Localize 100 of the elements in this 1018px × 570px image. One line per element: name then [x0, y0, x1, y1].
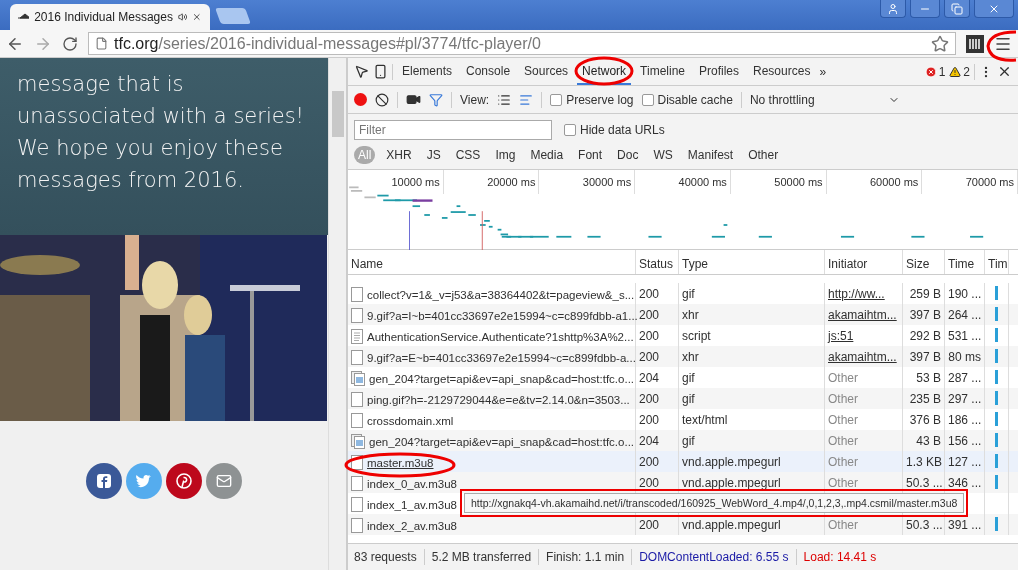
bird-icon: [135, 473, 153, 489]
type-filter[interactable]: Other: [744, 145, 783, 164]
waterfall-bar: [995, 370, 998, 384]
column-header[interactable]: Status: [636, 250, 679, 274]
facebook-icon: [96, 473, 112, 489]
column-header[interactable]: Type: [679, 250, 825, 274]
file-icon: [351, 413, 363, 428]
devtools-tab[interactable]: Sources: [519, 58, 574, 85]
type-filter[interactable]: WS: [649, 145, 677, 164]
tab-title: 2016 Individual Messages: [34, 10, 173, 24]
waterfall-view-icon[interactable]: [519, 92, 534, 107]
minimize-button[interactable]: [910, 0, 940, 18]
share-button[interactable]: [166, 463, 202, 499]
timeline-tick: 50000 ms: [730, 170, 827, 194]
file-icon: [351, 287, 363, 302]
request-row[interactable]: 9.gif?a=E~b=401cc33697e2e15994~c=c899fdbb-a... 200 xhr akamaihtm... 397 B 80 ms: [348, 346, 1018, 367]
column-header[interactable]: Tim: [985, 250, 1009, 274]
inspect-icon[interactable]: [354, 64, 369, 79]
extension-icon[interactable]: [966, 34, 984, 53]
devtools-tab[interactable]: Resources: [748, 58, 816, 85]
annotation-mark: [986, 30, 1017, 62]
restore-button[interactable]: [944, 0, 970, 18]
request-row[interactable]: index_2_av.m3u8 200 vnd.apple.mpegurl Other 50.3 ... 391 ...: [348, 514, 1018, 535]
waterfall-bar: [995, 475, 998, 489]
record-button[interactable]: [354, 93, 367, 106]
devtools-tab[interactable]: Elements: [397, 58, 458, 85]
request-row[interactable]: gen_204?target=api&ev=api_snap&cad=host:tfc.o... 204 gif Other 43 B 156 ...: [348, 430, 1018, 451]
request-row[interactable]: index_0_av.m3u8 200 vnd.apple.mpegurl Other 50.3 ... 346 ...: [348, 472, 1018, 493]
error-icon: [924, 65, 937, 78]
file-icon: [351, 497, 363, 512]
disable-cache-checkbox[interactable]: Disable cache: [641, 92, 733, 107]
share-button[interactable]: [206, 463, 242, 499]
waterfall-bar: [995, 433, 998, 447]
request-row[interactable]: 9.gif?a=I~b=401cc33697e2e15994~c=c899fdbb-a1...200 xhr akamaihtm... 397 B 264 ...: [348, 304, 1018, 325]
warning-icon: [949, 65, 962, 78]
tab-favicon-icon: [18, 13, 30, 21]
script-file-icon: [351, 329, 363, 344]
device-icon[interactable]: [373, 64, 388, 79]
request-name: collect?v=1&_v=j53&a=38364402&t=pageview&_s...: [367, 288, 635, 301]
share-button[interactable]: [86, 463, 122, 499]
type-filter[interactable]: Font: [574, 145, 607, 164]
star-icon[interactable]: [931, 34, 949, 53]
browser-tab[interactable]: 2016 Individual Messages: [10, 4, 210, 30]
preserve-log-checkbox[interactable]: Preserve log: [550, 92, 634, 107]
type-filter[interactable]: Img: [491, 145, 520, 164]
type-filter[interactable]: Doc: [613, 145, 643, 164]
hero-text: message that is unassociated with a series! We hope you enjoy these messages from 2016.: [17, 71, 305, 194]
reload-icon[interactable]: [62, 35, 78, 52]
url-text: tfc.org/series/2016-individual-messages#pl/3774/tfc-player/0: [114, 34, 541, 53]
hide-data-urls-checkbox[interactable]: Hide data URLs: [564, 122, 665, 137]
file-icon: [351, 392, 363, 407]
address-bar[interactable]: tfc.org/series/2016-individual-messages#pl/3774/tfc-player/0: [88, 32, 956, 55]
camera-icon[interactable]: [406, 92, 421, 107]
type-filter[interactable]: JS: [422, 145, 445, 164]
list-view-icon[interactable]: [497, 92, 512, 107]
profile-button[interactable]: [880, 0, 906, 18]
waterfall-bar: [995, 454, 998, 468]
status-cell: 200: [636, 514, 679, 535]
scrollbar[interactable]: [328, 58, 346, 570]
throttling-dropdown[interactable]: No throttling: [749, 92, 900, 107]
timeline-tick: 30000 ms: [539, 170, 636, 194]
filter-field[interactable]: Filter: [354, 119, 552, 140]
filter-icon[interactable]: [429, 92, 443, 107]
file-icon: [351, 455, 363, 470]
request-name: index_2_av.m3u8: [367, 519, 457, 532]
waterfall-bar: [995, 391, 998, 405]
timeline-tick: 60000 ms: [826, 170, 923, 194]
pin-icon: [176, 473, 192, 489]
close-button[interactable]: [974, 0, 1014, 18]
new-tab-button[interactable]: [215, 8, 251, 24]
file-icon: [351, 476, 363, 491]
request-name: crossdomain.xml: [367, 414, 454, 427]
type-filter[interactable]: Manifest: [683, 145, 738, 164]
devtools-tab[interactable]: Profiles: [694, 58, 745, 85]
waterfall-bar: [995, 328, 998, 342]
error-count: 1: [938, 64, 946, 79]
waterfall-bar: [995, 412, 998, 426]
column-header[interactable]: Initiator: [825, 250, 903, 274]
initiator-cell: Other: [825, 514, 903, 535]
image-file-icon: [351, 434, 365, 449]
type-filter[interactable]: Media: [526, 145, 568, 164]
close-icon[interactable]: [997, 64, 1012, 79]
more-tabs-button[interactable]: »: [819, 64, 827, 79]
column-header[interactable]: Size: [903, 250, 945, 274]
type-filter[interactable]: XHR: [382, 145, 416, 164]
status-text: 5.2 MB transferred: [431, 550, 532, 564]
timeline-tick: 70000 ms: [922, 170, 1018, 194]
devtools-tab[interactable]: Console: [461, 58, 516, 85]
warning-count: 2: [963, 64, 970, 79]
column-header[interactable]: Name: [348, 250, 636, 274]
type-filter[interactable]: CSS: [451, 145, 485, 164]
person-icon: [887, 2, 899, 15]
devtools-tab[interactable]: Timeline: [635, 58, 690, 85]
column-header[interactable]: Time: [945, 250, 985, 274]
status-text: DOMContentLoaded: 6.55 s: [639, 550, 789, 564]
image-file-icon: [351, 371, 365, 386]
request-row[interactable]: master.m3u8 200 vnd.apple.mpegurl Other 1.3 KB 127 ...: [348, 451, 1018, 472]
request-row[interactable]: ping.gif?h=-2129729044&e=e&tv=2.14.0&n=3503... 200 gif Other 235 B 297 ...: [348, 388, 1018, 409]
request-name: index_0_av.m3u8: [367, 477, 457, 490]
clear-icon[interactable]: [375, 92, 389, 107]
